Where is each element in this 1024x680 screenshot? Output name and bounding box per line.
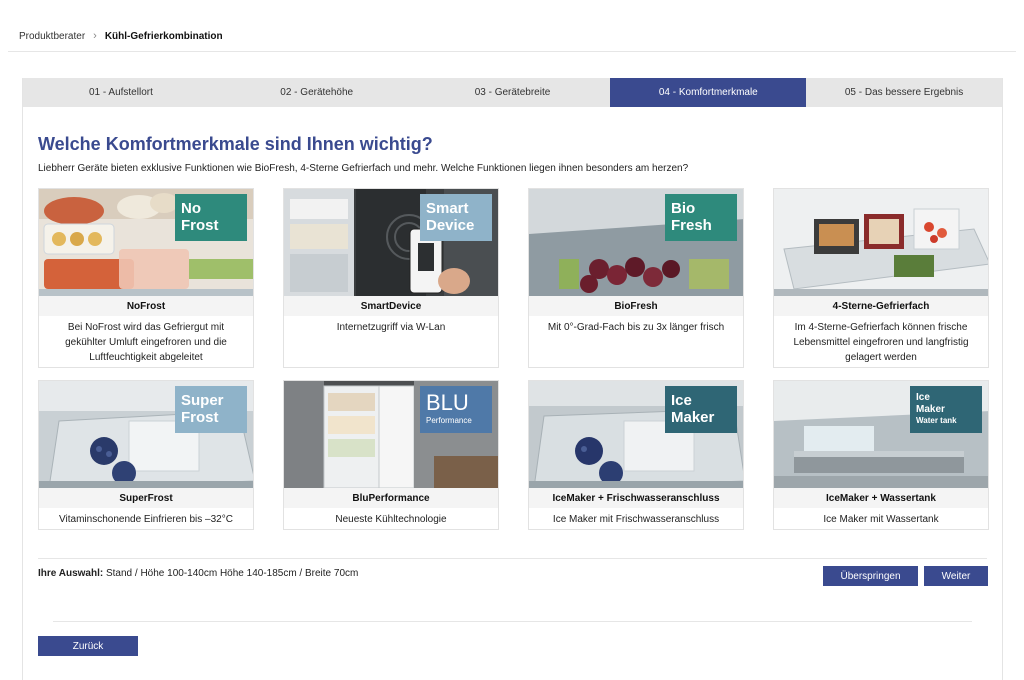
advisor-panel: 01 - Aufstellort 02 - Gerätehöhe 03 - Ge… xyxy=(22,78,1003,680)
badge-line: Smart xyxy=(426,200,469,217)
feature-image-nofrost: No Frost xyxy=(39,189,253,296)
feature-title: NoFrost xyxy=(39,296,253,316)
step-navigation: 01 - Aufstellort 02 - Gerätehöhe 03 - Ge… xyxy=(23,78,1002,107)
feature-card-superfrost[interactable]: Super Frost SuperFrost Vitaminschonende … xyxy=(38,380,254,530)
feature-card-4-sterne[interactable]: 4-Sterne-Gefrierfach Im 4-Sterne-Gefrier… xyxy=(773,188,989,368)
feature-description: Ice Maker mit Frischwasseranschluss xyxy=(552,514,720,525)
smartdevice-badge: Smart Device xyxy=(420,194,492,241)
feature-card-biofresh[interactable]: Bio Fresh BioFresh Mit 0°-Grad-Fach bis … xyxy=(528,188,744,368)
feature-description: Bei NoFrost wird das Gefriergut mit gekü… xyxy=(65,322,227,363)
badge-line: Frost xyxy=(181,217,219,234)
step-tab-geraetehoehe[interactable]: 02 - Gerätehöhe xyxy=(219,78,415,107)
feature-image-icemaker-wassertank: Ice Maker Water tank xyxy=(774,381,988,488)
feature-title: BluPerformance xyxy=(284,488,498,508)
intro-text: Liebherr Geräte bieten exklusive Funktio… xyxy=(38,163,689,174)
superfrost-badge: Super Frost xyxy=(175,386,247,433)
icemaker-watertank-badge: Ice Maker Water tank xyxy=(910,386,982,433)
badge-line: Water tank xyxy=(916,416,957,425)
selection-summary: Ihre Auswahl: Stand / Höhe 100-140cm Höh… xyxy=(38,568,358,579)
feature-image-smartdevice: Smart Device xyxy=(284,189,498,296)
skip-button[interactable]: Überspringen xyxy=(823,566,918,586)
badge-line: No xyxy=(181,200,201,217)
feature-description: Neueste Kühltechnologie xyxy=(335,514,447,525)
feature-image-biofresh: Bio Fresh xyxy=(529,189,743,296)
feature-description: Mit 0°-Grad-Fach bis zu 3x länger frisch xyxy=(547,322,725,333)
badge-line: Super xyxy=(181,392,224,409)
badge-line: Maker xyxy=(916,404,945,415)
icemaker-badge: Ice Maker xyxy=(665,386,737,433)
page-title: Welche Komfortmerkmale sind Ihnen wichti… xyxy=(38,134,433,154)
feature-title: 4-Sterne-Gefrierfach xyxy=(774,296,988,316)
feature-description: Ice Maker mit Wassertank xyxy=(823,514,939,525)
feature-image-bluperformance: BLU Performance xyxy=(284,381,498,488)
breadcrumb-current: Kühl-Gefrierkombination xyxy=(104,30,223,42)
feature-card-bluperformance[interactable]: BLU Performance BluPerformance Neueste K… xyxy=(283,380,499,530)
header-divider xyxy=(8,51,1016,52)
feature-description: Im 4-Sterne-Gefrierfach können frische L… xyxy=(793,322,969,363)
feature-title: SmartDevice xyxy=(284,296,498,316)
selection-divider xyxy=(38,558,987,559)
bluperformance-badge: BLU Performance xyxy=(420,386,492,433)
selection-label: Ihre Auswahl: xyxy=(38,568,104,579)
badge-line: Ice xyxy=(916,392,930,403)
step-tab-geraetebreite[interactable]: 03 - Gerätebreite xyxy=(415,78,611,107)
breadcrumb: Produktberater › Kühl-Gefrierkombination xyxy=(19,30,223,42)
footer-divider xyxy=(53,621,972,622)
feature-description: Internetzugriff via W-Lan xyxy=(336,322,446,333)
badge-line: Ice xyxy=(671,392,692,409)
biofresh-badge: Bio Fresh xyxy=(665,194,737,241)
back-button[interactable]: Zurück xyxy=(38,636,138,656)
feature-card-smartdevice[interactable]: Smart Device SmartDevice Internetzugriff… xyxy=(283,188,499,368)
feature-title: BioFresh xyxy=(529,296,743,316)
badge-line: BLU xyxy=(426,390,469,415)
step-tab-aufstellort[interactable]: 01 - Aufstellort xyxy=(23,78,219,107)
feature-title: IceMaker + Wassertank xyxy=(774,488,988,508)
badge-line: Fresh xyxy=(671,217,712,234)
feature-title: SuperFrost xyxy=(39,488,253,508)
badge-line: Maker xyxy=(671,409,715,426)
badge-line: Performance xyxy=(426,416,472,425)
badge-line: Frost xyxy=(181,409,219,426)
feature-card-nofrost[interactable]: No Frost NoFrost Bei NoFrost wird das Ge… xyxy=(38,188,254,368)
badge-line: Device xyxy=(426,217,475,234)
step-tab-ergebnis[interactable]: 05 - Das bessere Ergebnis xyxy=(806,78,1002,107)
feature-title: IceMaker + Frischwasseranschluss xyxy=(529,488,743,508)
feature-image-icemaker-frischwasser: Ice Maker xyxy=(529,381,743,488)
chevron-right-icon: › xyxy=(93,30,97,42)
nofrost-badge: No Frost xyxy=(175,194,247,241)
feature-card-icemaker-frischwasser[interactable]: Ice Maker IceMaker + Frischwasseranschlu… xyxy=(528,380,744,530)
next-button[interactable]: Weiter xyxy=(924,566,988,586)
breadcrumb-root-link[interactable]: Produktberater xyxy=(19,31,85,42)
feature-image-superfrost: Super Frost xyxy=(39,381,253,488)
selection-value: Stand / Höhe 100-140cm Höhe 140-185cm / … xyxy=(105,568,359,579)
feature-card-icemaker-wassertank[interactable]: Ice Maker Water tank IceMaker + Wasserta… xyxy=(773,380,989,530)
step-tab-komfortmerkmale[interactable]: 04 - Komfortmerkmale xyxy=(610,78,807,107)
feature-description: Vitaminschonende Einfrieren bis –32°C xyxy=(59,514,233,525)
feature-image-4-sterne xyxy=(774,189,988,296)
badge-line: Bio xyxy=(671,200,696,217)
